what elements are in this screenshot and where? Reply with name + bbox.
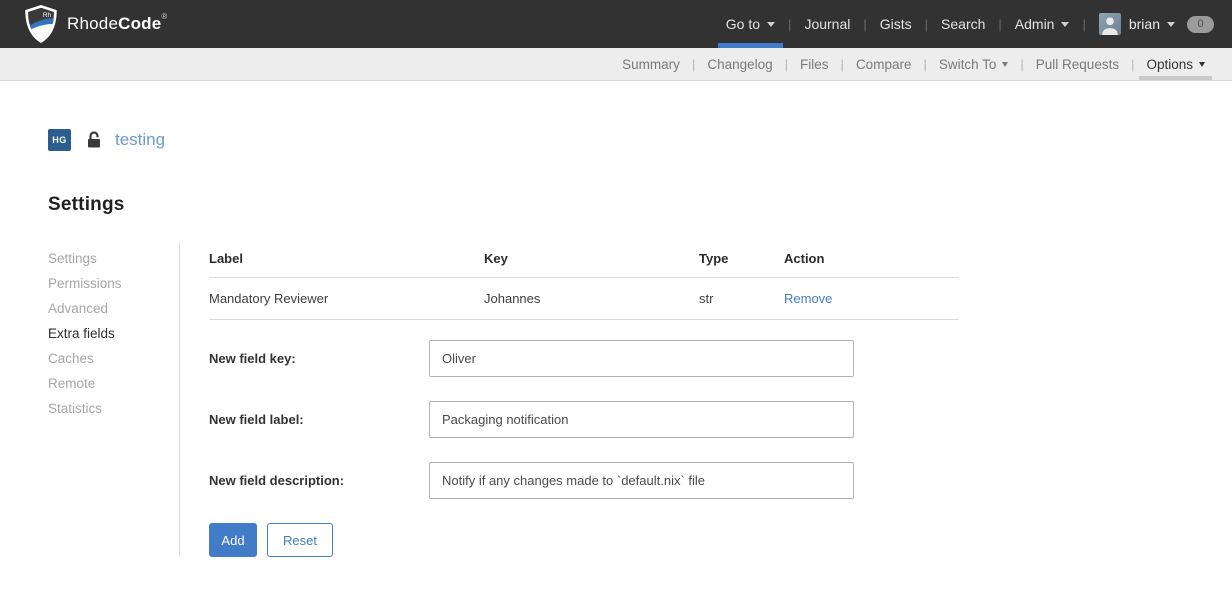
nav-separator: | xyxy=(785,17,794,32)
page-title: Settings xyxy=(48,194,1232,216)
repo-nav-files[interactable]: Files xyxy=(791,48,838,80)
nav-item-search[interactable]: Search xyxy=(931,0,995,48)
sidebar-item-statistics[interactable]: Statistics xyxy=(48,396,179,421)
topnav-menu: Go to | Journal | Gists | Search | Admin… xyxy=(716,0,1214,48)
caret-down-icon xyxy=(1002,62,1008,67)
nav-separator: | xyxy=(1079,17,1088,32)
new-field-description-input[interactable] xyxy=(429,462,854,499)
lock-icon xyxy=(86,131,102,149)
new-field-key-input[interactable] xyxy=(429,340,854,377)
field-key-cell: Johannes xyxy=(484,278,699,320)
new-field-key-label: New field key: xyxy=(209,351,429,366)
reset-button[interactable]: Reset xyxy=(267,523,333,557)
sidebar-item-settings[interactable]: Settings xyxy=(48,246,179,271)
nav-separator: | xyxy=(995,17,1004,32)
new-field-label-label: New field label: xyxy=(209,412,429,427)
repo-nav-switch-to[interactable]: Switch To xyxy=(930,48,1018,80)
sidebar-item-permissions[interactable]: Permissions xyxy=(48,271,179,296)
repo-nav-summary[interactable]: Summary xyxy=(613,48,689,80)
repo-nav-pull-requests[interactable]: Pull Requests xyxy=(1027,48,1128,80)
sidebar-item-advanced[interactable]: Advanced xyxy=(48,296,179,321)
remove-field-link[interactable]: Remove xyxy=(784,291,832,306)
nav-separator: | xyxy=(920,57,929,72)
notification-count-badge[interactable]: 0 xyxy=(1187,16,1214,33)
rhodecode-logo[interactable]: Rh RhodeCode® xyxy=(24,5,168,43)
user-menu[interactable]: brian xyxy=(1129,16,1175,32)
nav-item-admin[interactable]: Admin xyxy=(1005,0,1080,48)
nav-item-journal[interactable]: Journal xyxy=(794,0,860,48)
settings-layout: Settings Permissions Advanced Extra fiel… xyxy=(48,242,1232,557)
user-avatar[interactable] xyxy=(1099,13,1121,35)
column-header-type: Type xyxy=(699,242,784,278)
person-icon xyxy=(1099,13,1121,35)
form-buttons: Add Reset xyxy=(209,523,959,557)
repo-header: HG testing xyxy=(48,129,1232,151)
top-navbar: Rh RhodeCode® Go to | Journal | Gists | … xyxy=(0,0,1232,48)
sidebar-item-extra-fields[interactable]: Extra fields xyxy=(48,321,179,346)
field-label-cell: Mandatory Reviewer xyxy=(209,278,484,320)
column-header-label: Label xyxy=(209,242,484,278)
extra-fields-table: Label Key Type Action Mandatory Reviewer… xyxy=(209,242,959,320)
repo-nav-changelog[interactable]: Changelog xyxy=(698,48,781,80)
table-header-row: Label Key Type Action xyxy=(209,242,959,278)
new-field-label-row: New field label: xyxy=(209,401,959,438)
registered-mark: ® xyxy=(161,12,167,21)
table-row: Mandatory Reviewer Johannes str Remove xyxy=(209,278,959,320)
new-field-label-input[interactable] xyxy=(429,401,854,438)
repo-navbar: Summary | Changelog | Files | Compare | … xyxy=(0,48,1232,81)
new-field-description-label: New field description: xyxy=(209,473,429,488)
caret-down-icon xyxy=(767,22,775,27)
repo-nav-options[interactable]: Options xyxy=(1137,48,1214,80)
hg-vcs-badge: HG xyxy=(48,129,71,151)
new-field-description-row: New field description: xyxy=(209,462,959,499)
caret-down-icon xyxy=(1167,22,1175,27)
add-button[interactable]: Add xyxy=(209,523,257,557)
sidebar-item-remote[interactable]: Remote xyxy=(48,371,179,396)
nav-separator: | xyxy=(1128,57,1137,72)
settings-sidebar: Settings Permissions Advanced Extra fiel… xyxy=(48,242,180,557)
repo-name-link[interactable]: testing xyxy=(115,130,165,150)
caret-down-icon xyxy=(1061,22,1069,27)
shield-logo-icon: Rh xyxy=(24,5,58,43)
repo-nav-compare[interactable]: Compare xyxy=(847,48,921,80)
extra-fields-content: Label Key Type Action Mandatory Reviewer… xyxy=(209,242,959,557)
column-header-key: Key xyxy=(484,242,699,278)
svg-text:Rh: Rh xyxy=(43,12,52,19)
nav-separator: | xyxy=(860,17,869,32)
new-field-key-row: New field key: xyxy=(209,340,959,377)
nav-separator: | xyxy=(782,57,791,72)
sidebar-item-caches[interactable]: Caches xyxy=(48,346,179,371)
nav-separator: | xyxy=(1017,57,1026,72)
caret-down-icon xyxy=(1199,62,1205,67)
nav-separator: | xyxy=(689,57,698,72)
field-type-cell: str xyxy=(699,278,784,320)
nav-separator: | xyxy=(838,57,847,72)
nav-separator: | xyxy=(922,17,931,32)
nav-item-gists[interactable]: Gists xyxy=(870,0,922,48)
nav-item-goto[interactable]: Go to xyxy=(716,0,785,48)
brand-wordmark: RhodeCode® xyxy=(67,14,168,34)
column-header-action: Action xyxy=(784,242,959,278)
